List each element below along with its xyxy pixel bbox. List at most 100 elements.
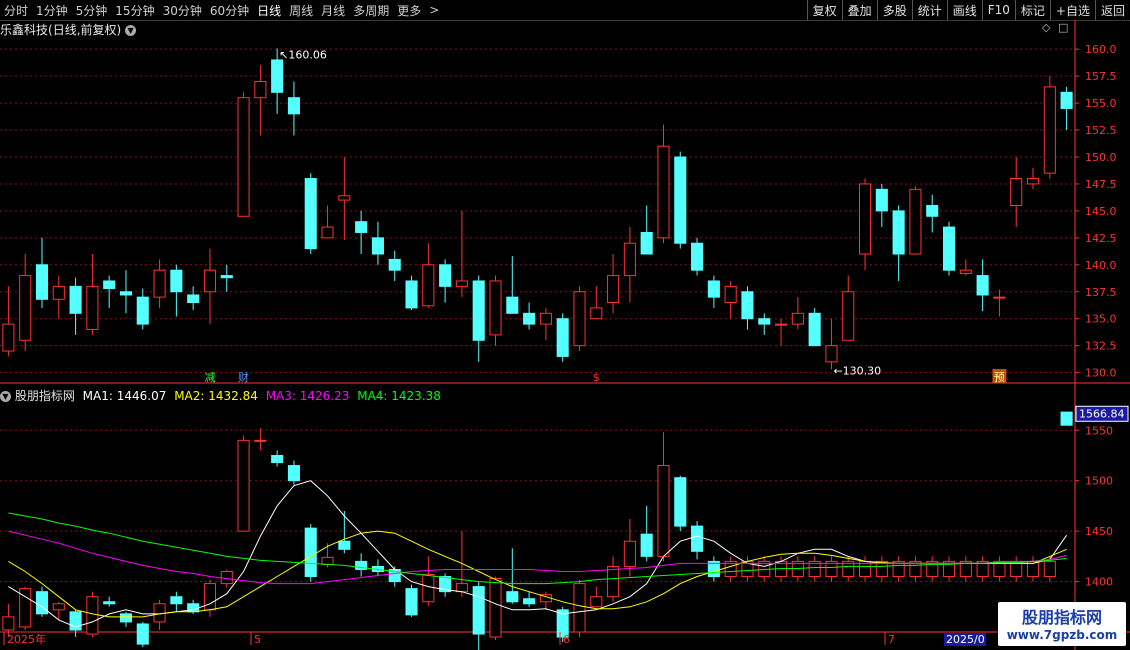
price-candle-body [741,291,754,320]
price-candle-body [607,275,620,304]
price-candle-body [691,242,704,271]
ind-candle-body [220,570,233,585]
price-candle-body [203,269,217,293]
price-candle-body [355,221,368,233]
price-candle-body [791,312,804,325]
price-candle-body [892,210,905,255]
ind-candle-body [271,454,284,464]
price-candle-body [187,294,200,304]
price-tick-label: 160.0 [1085,43,1117,56]
price-candle-body [271,59,284,93]
price-tick-label: 135.0 [1085,313,1117,326]
price-tick-label: 142.5 [1085,232,1117,245]
ind-candle-body [691,525,704,552]
price-candle-body [573,291,586,347]
ind-tick-label: 1450 [1085,525,1113,538]
price-tick-label: 132.5 [1085,340,1117,353]
ind-candle-body [86,596,99,635]
price-candle-body [237,97,250,217]
price-candle-body [371,237,384,255]
price-candle-body [993,296,1006,299]
ind-candle-body [35,591,49,615]
price-candle-body [220,275,233,279]
price-candle-body [909,188,922,255]
ind-tick-label: 1400 [1085,576,1113,589]
date-label: 2025年 [7,632,46,646]
ind-candle-body [523,598,536,605]
price-candle-body [388,258,401,271]
ind-candle-body [640,533,653,557]
ind-ma3-line [8,530,1067,585]
ind-candle-body [338,540,351,550]
price-candle-body [657,145,670,239]
ind-candle-body [203,583,217,611]
price-candle-body [523,312,536,325]
ind-candle-body [321,556,334,565]
price-tick-label: 157.5 [1085,70,1117,83]
price-candle-body [556,318,569,357]
price-candle-body [875,188,888,212]
price-candle-body [808,312,821,347]
price-candle-body [590,307,603,320]
price-candle-body [842,291,855,341]
ind-candle-body [623,540,636,567]
price-tick-label: 130.0 [1085,367,1117,380]
price-candle-body [674,156,687,244]
ind-tick-label: 1500 [1085,475,1113,488]
price-tick-label: 137.5 [1085,286,1117,299]
price-candle-body [926,205,939,217]
price-candle-body [338,195,351,201]
event-marker: $ [593,371,600,384]
ind-candle-body [254,439,267,442]
price-candle-body [1043,86,1056,174]
price-candle-body [52,285,65,300]
event-marker: 预 [994,371,1005,384]
ind-candle-body [506,591,519,603]
ind-candle-body [1060,411,1073,426]
price-candle-body [489,280,502,336]
price-candle-body [1026,178,1040,185]
chart-canvas[interactable]: 130.0 132.5 135.0 137.5 140.0 142.5 145.0 147.5… [0,0,1130,650]
price-tick-label: 147.5 [1085,178,1117,191]
ind-candle-body [422,574,435,603]
price-candle-body [455,280,468,287]
high-annotation: ↖160.06 [279,49,327,62]
ind-ma4-line [8,512,1067,585]
price-candle-body [942,226,956,271]
date-label: 6 [563,633,570,646]
watermark-line1: 股朋指标网 [1021,608,1102,627]
ind-candle-body [153,603,166,623]
low-annotation: ←130.30 [833,364,881,377]
ind-candle-body [674,477,687,527]
price-tick-label: 152.5 [1085,124,1117,137]
event-marker: 财 [238,370,249,384]
ind-candle-body [2,616,15,631]
price-candle-body [254,81,267,99]
date-cursor-label: 2025/0 [946,633,985,646]
ind-candle-body [657,465,670,557]
watermark-logo: 股朋指标网 www.7gpzb.com [998,602,1126,646]
ind-candle-body [405,588,418,616]
price-candle-body [539,312,552,325]
price-candle-body [775,323,788,326]
date-label: 5 [254,633,261,646]
ind-ma2-line [8,530,1067,618]
price-candle-body [119,291,133,296]
watermark-line2: www.7gpzb.com [1006,628,1118,642]
date-label: 7 [888,633,895,646]
price-candle-body [321,226,334,239]
price-candle-body [959,269,972,274]
ind-candle-body [472,586,485,635]
indicator-value-badge: 1566.84 [1079,407,1125,420]
price-candle-body [758,318,771,325]
price-candle-body [506,296,519,314]
price-tick-label: 155.0 [1085,97,1117,110]
price-tick-label: 145.0 [1085,205,1117,218]
ind-candle-body [170,596,183,605]
price-candle-body [153,269,166,298]
price-candle-body [707,280,720,298]
price-candle-body [35,264,49,300]
price-tick-label: 150.0 [1085,151,1117,164]
price-tick-label: 140.0 [1085,259,1117,272]
price-candle-body [19,275,32,341]
